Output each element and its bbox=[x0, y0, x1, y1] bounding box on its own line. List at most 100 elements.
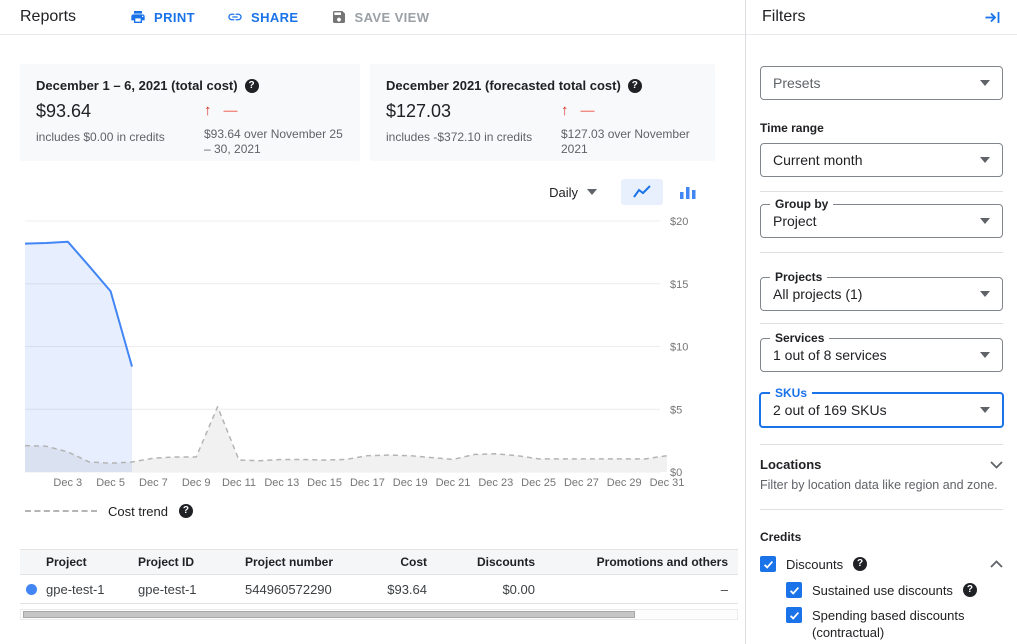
chevron-down-icon[interactable] bbox=[990, 461, 1003, 469]
line-chart-toggle[interactable] bbox=[621, 179, 663, 205]
presets-select[interactable]: Presets bbox=[760, 66, 1003, 100]
svg-text:Dec 27: Dec 27 bbox=[564, 477, 599, 489]
share-button[interactable]: SHARE bbox=[227, 9, 299, 25]
trend-indicator: ↑ — bbox=[204, 101, 344, 119]
group-by-value: Project bbox=[773, 213, 817, 229]
horizontal-scrollbar[interactable] bbox=[20, 609, 738, 620]
svg-text:$5: $5 bbox=[670, 404, 682, 416]
svg-text:Dec 3: Dec 3 bbox=[53, 477, 82, 489]
chart-controls: Daily bbox=[0, 179, 709, 205]
group-by-label: Group by bbox=[770, 197, 833, 212]
check-icon bbox=[788, 609, 801, 622]
services-value: 1 out of 8 services bbox=[773, 347, 887, 363]
svg-text:Dec 5: Dec 5 bbox=[96, 477, 125, 489]
scrollbar-thumb[interactable] bbox=[23, 611, 635, 618]
group-by-select[interactable]: Group by Project bbox=[760, 204, 1003, 238]
sustained-discounts-label: Sustained use discounts bbox=[812, 583, 953, 598]
services-label: Services bbox=[770, 331, 829, 346]
bar-chart-toggle[interactable] bbox=[667, 179, 709, 205]
help-icon[interactable]: ? bbox=[628, 79, 642, 93]
total-cost-card: December 1 – 6, 2021 (total cost) ? $93.… bbox=[20, 64, 360, 161]
save-icon bbox=[331, 9, 347, 25]
caret-down-icon bbox=[980, 407, 990, 413]
trend-dash-icon: — bbox=[224, 102, 238, 118]
cost-chart[interactable]: $0$5$10$15$20Dec 3Dec 5Dec 7Dec 9Dec 11D… bbox=[0, 209, 745, 501]
cell-promotions: – bbox=[535, 582, 738, 597]
locations-section[interactable]: Locations bbox=[760, 457, 1003, 472]
filters-panel: Filters Presets Time range Current month… bbox=[745, 0, 1017, 644]
check-icon bbox=[788, 584, 801, 597]
toolbar: Reports PRINT SHARE SAVE VIEW bbox=[0, 0, 745, 35]
svg-text:Dec 23: Dec 23 bbox=[478, 477, 513, 489]
divider bbox=[760, 509, 1003, 510]
svg-text:$10: $10 bbox=[670, 342, 688, 354]
sustained-discounts-row: Sustained use discounts ? bbox=[786, 582, 1003, 598]
help-icon[interactable]: ? bbox=[963, 583, 977, 597]
spending-checkbox-checked[interactable] bbox=[786, 607, 802, 623]
skus-select[interactable]: SKUs 2 out of 169 SKUs bbox=[759, 392, 1004, 428]
check-icon bbox=[762, 558, 775, 571]
spending-discounts-label-2: (contractual) bbox=[812, 624, 965, 641]
trend-up-icon: ↑ bbox=[561, 102, 569, 119]
help-icon[interactable]: ? bbox=[853, 557, 867, 571]
collapse-panel-icon[interactable] bbox=[984, 9, 1001, 26]
cell-cost: $93.64 bbox=[357, 582, 427, 597]
print-label: PRINT bbox=[154, 10, 195, 25]
caret-down-icon bbox=[587, 189, 597, 195]
discounts-checkbox-checked[interactable] bbox=[760, 556, 776, 572]
svg-text:Dec 21: Dec 21 bbox=[436, 477, 471, 489]
col-header-project-number: Project number bbox=[245, 555, 357, 569]
filters-body: Presets Time range Current month Group b… bbox=[746, 66, 1017, 644]
cell-project: gpe-test-1 bbox=[46, 582, 138, 597]
chart-legend: Cost trend ? bbox=[25, 503, 745, 519]
col-header-promotions: Promotions and others bbox=[535, 555, 738, 569]
interval-value: Daily bbox=[549, 185, 578, 200]
caret-down-icon bbox=[980, 352, 990, 358]
sustained-checkbox-checked[interactable] bbox=[786, 582, 802, 598]
forecast-amount: $127.03 bbox=[386, 101, 561, 122]
filters-title: Filters bbox=[762, 8, 806, 26]
svg-text:Dec 11: Dec 11 bbox=[222, 477, 256, 489]
caret-down-icon bbox=[980, 80, 990, 86]
trend-dash-icon: — bbox=[581, 102, 595, 118]
trend-up-icon: ↑ bbox=[204, 102, 212, 119]
save-view-button[interactable]: SAVE VIEW bbox=[331, 9, 430, 25]
time-range-label: Time range bbox=[760, 121, 1003, 135]
projects-value: All projects (1) bbox=[773, 286, 862, 302]
chevron-up-icon[interactable] bbox=[990, 560, 1003, 568]
col-header-project: Project bbox=[46, 555, 138, 569]
divider bbox=[760, 191, 1003, 192]
forecast-cost-card: December 2021 (forecasted total cost) ? … bbox=[370, 64, 715, 161]
time-range-select[interactable]: Current month bbox=[760, 143, 1003, 177]
svg-text:Dec 25: Dec 25 bbox=[521, 477, 556, 489]
locations-label: Locations bbox=[760, 457, 821, 472]
line-chart-icon bbox=[632, 184, 652, 200]
filters-header: Filters bbox=[746, 0, 1017, 35]
cost-trend-swatch bbox=[25, 510, 97, 512]
table-row[interactable]: gpe-test-1 gpe-test-1 544960572290 $93.6… bbox=[20, 575, 738, 604]
divider bbox=[760, 252, 1003, 253]
cell-project-number: 544960572290 bbox=[245, 582, 357, 597]
spending-discounts-row: Spending based discounts (contractual) bbox=[786, 607, 1003, 641]
print-button[interactable]: PRINT bbox=[130, 9, 195, 25]
interval-dropdown[interactable]: Daily bbox=[549, 185, 597, 200]
total-cost-comparison: $93.64 over November 25 – 30, 2021 bbox=[204, 127, 344, 157]
forecast-credits-note: includes -$372.10 in credits bbox=[386, 130, 561, 145]
help-icon[interactable]: ? bbox=[179, 504, 193, 518]
billing-reports-page: Reports PRINT SHARE SAVE VIEW December 1… bbox=[0, 0, 1017, 644]
total-cost-card-title: December 1 – 6, 2021 (total cost) ? bbox=[36, 78, 344, 93]
col-header-cost: Cost bbox=[357, 555, 427, 569]
svg-text:$20: $20 bbox=[670, 216, 688, 228]
svg-text:Dec 17: Dec 17 bbox=[350, 477, 385, 489]
services-select[interactable]: Services 1 out of 8 services bbox=[760, 338, 1003, 372]
cost-summary-cards: December 1 – 6, 2021 (total cost) ? $93.… bbox=[20, 64, 745, 161]
svg-text:Dec 15: Dec 15 bbox=[307, 477, 342, 489]
projects-select[interactable]: Projects All projects (1) bbox=[760, 277, 1003, 311]
svg-text:Dec 7: Dec 7 bbox=[139, 477, 168, 489]
series-color-dot bbox=[26, 584, 37, 595]
cell-discounts: $0.00 bbox=[427, 582, 535, 597]
skus-value: 2 out of 169 SKUs bbox=[773, 402, 887, 418]
help-icon[interactable]: ? bbox=[245, 79, 259, 93]
trend-indicator: ↑ — bbox=[561, 101, 699, 119]
credits-section-label: Credits bbox=[760, 530, 1003, 544]
